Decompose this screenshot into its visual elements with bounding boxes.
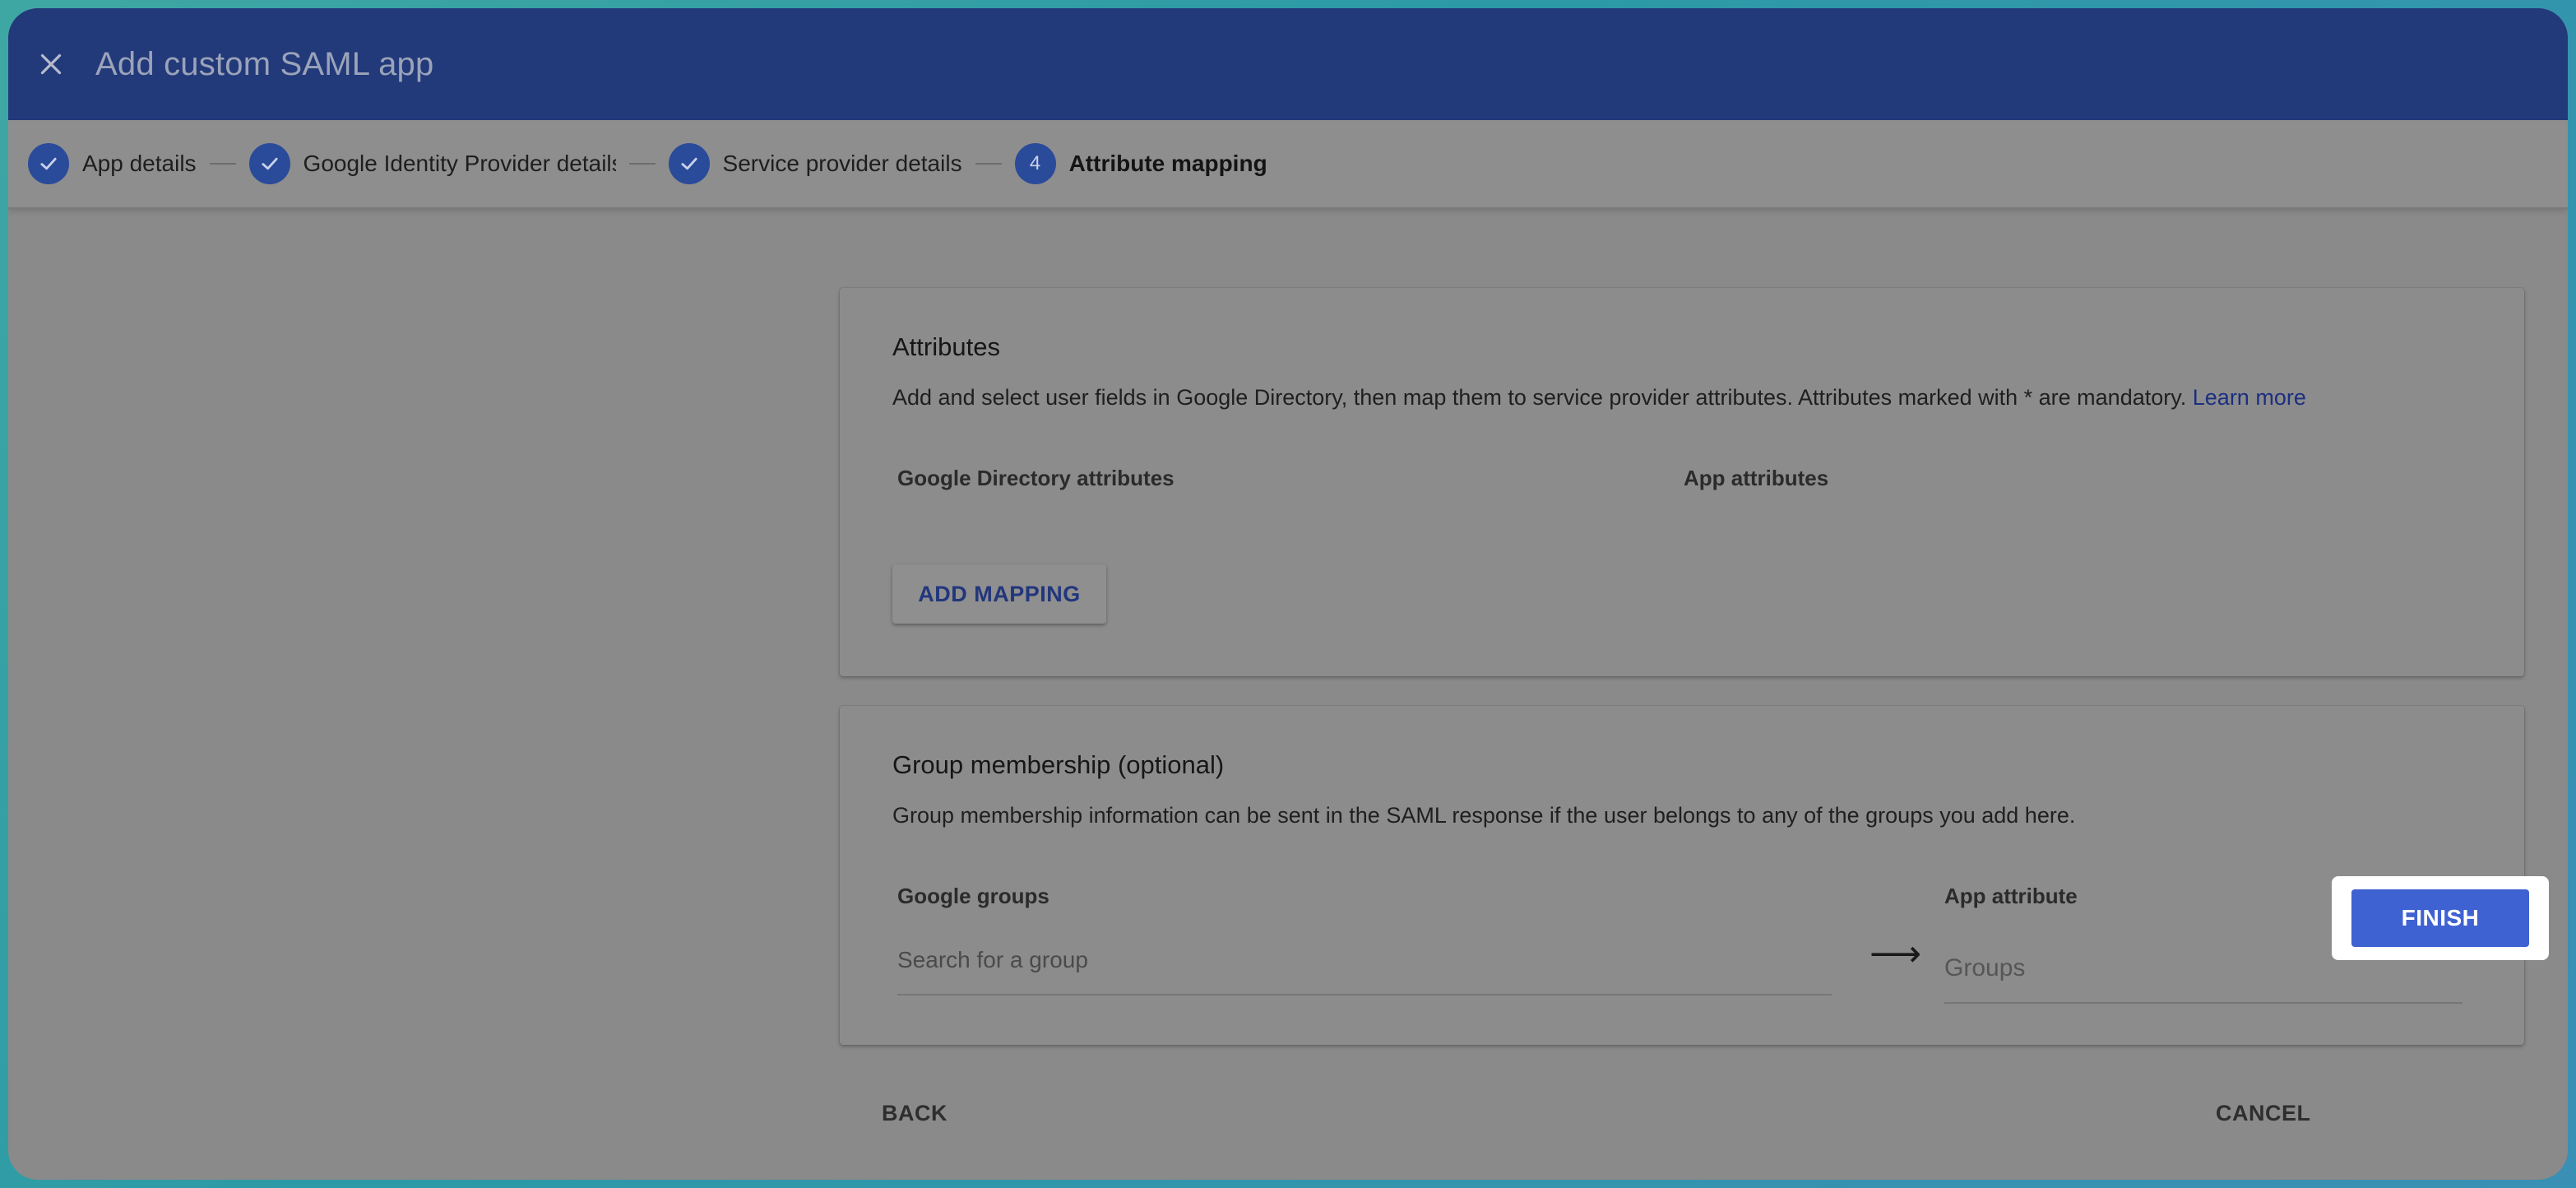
arrow-right-icon: ⟶ — [1869, 934, 1922, 974]
step-attribute-mapping[interactable]: 4 Attribute mapping — [1014, 143, 1267, 184]
finish-button[interactable]: FINISH — [2351, 889, 2529, 947]
step-connector — [975, 163, 1002, 165]
step-label: Google Identity Provider details — [303, 151, 616, 176]
stepper: App details Google Identity Provider det… — [8, 120, 2568, 209]
add-mapping-button[interactable]: ADD MAPPING — [892, 564, 1106, 624]
step-label: Attribute mapping — [1068, 151, 1267, 176]
group-membership-card: Group membership (optional) Group member… — [840, 706, 2524, 1045]
step-label: App details — [82, 151, 197, 176]
col-header-app-attribute: App attribute — [1944, 884, 2078, 908]
page-title: Add custom SAML app — [95, 45, 434, 82]
col-header-google-groups: Google groups — [897, 884, 1049, 908]
close-icon — [40, 53, 62, 75]
main-content: Attributes Add and select user fields in… — [8, 209, 2568, 1180]
step-connector — [628, 163, 656, 165]
back-button[interactable]: BACK — [882, 1101, 947, 1126]
attributes-description-text: Add and select user fields in Google Dir… — [892, 385, 2187, 410]
finish-highlight: FINISH — [2332, 876, 2549, 960]
col-header-app: App attributes — [1684, 466, 1829, 490]
dialog-window: Add custom SAML app App details Google I… — [8, 8, 2568, 1180]
attributes-card: Attributes Add and select user fields in… — [840, 288, 2524, 676]
group-membership-title: Group membership (optional) — [892, 750, 1225, 779]
attributes-description: Add and select user fields in Google Dir… — [892, 385, 2306, 411]
learn-more-link[interactable]: Learn more — [2193, 385, 2306, 410]
step-connector — [209, 163, 236, 165]
check-icon — [28, 143, 69, 184]
header-bar: Add custom SAML app — [8, 8, 2568, 120]
close-button[interactable] — [25, 38, 77, 90]
check-icon — [668, 143, 710, 184]
attributes-title: Attributes — [892, 332, 1000, 361]
step-number-badge: 4 — [1014, 143, 1056, 184]
step-idp-details[interactable]: Google Identity Provider details — [248, 143, 616, 184]
check-icon — [248, 143, 290, 184]
col-header-directory: Google Directory attributes — [897, 466, 1174, 490]
step-app-details[interactable]: App details — [28, 143, 197, 184]
cancel-button[interactable]: CANCEL — [2216, 1101, 2311, 1126]
group-membership-description: Group membership information can be sent… — [892, 803, 2076, 828]
group-search-input[interactable]: Search for a group — [897, 926, 1832, 995]
step-label: Service provider details — [722, 151, 962, 176]
step-service-provider-details[interactable]: Service provider details — [668, 143, 962, 184]
